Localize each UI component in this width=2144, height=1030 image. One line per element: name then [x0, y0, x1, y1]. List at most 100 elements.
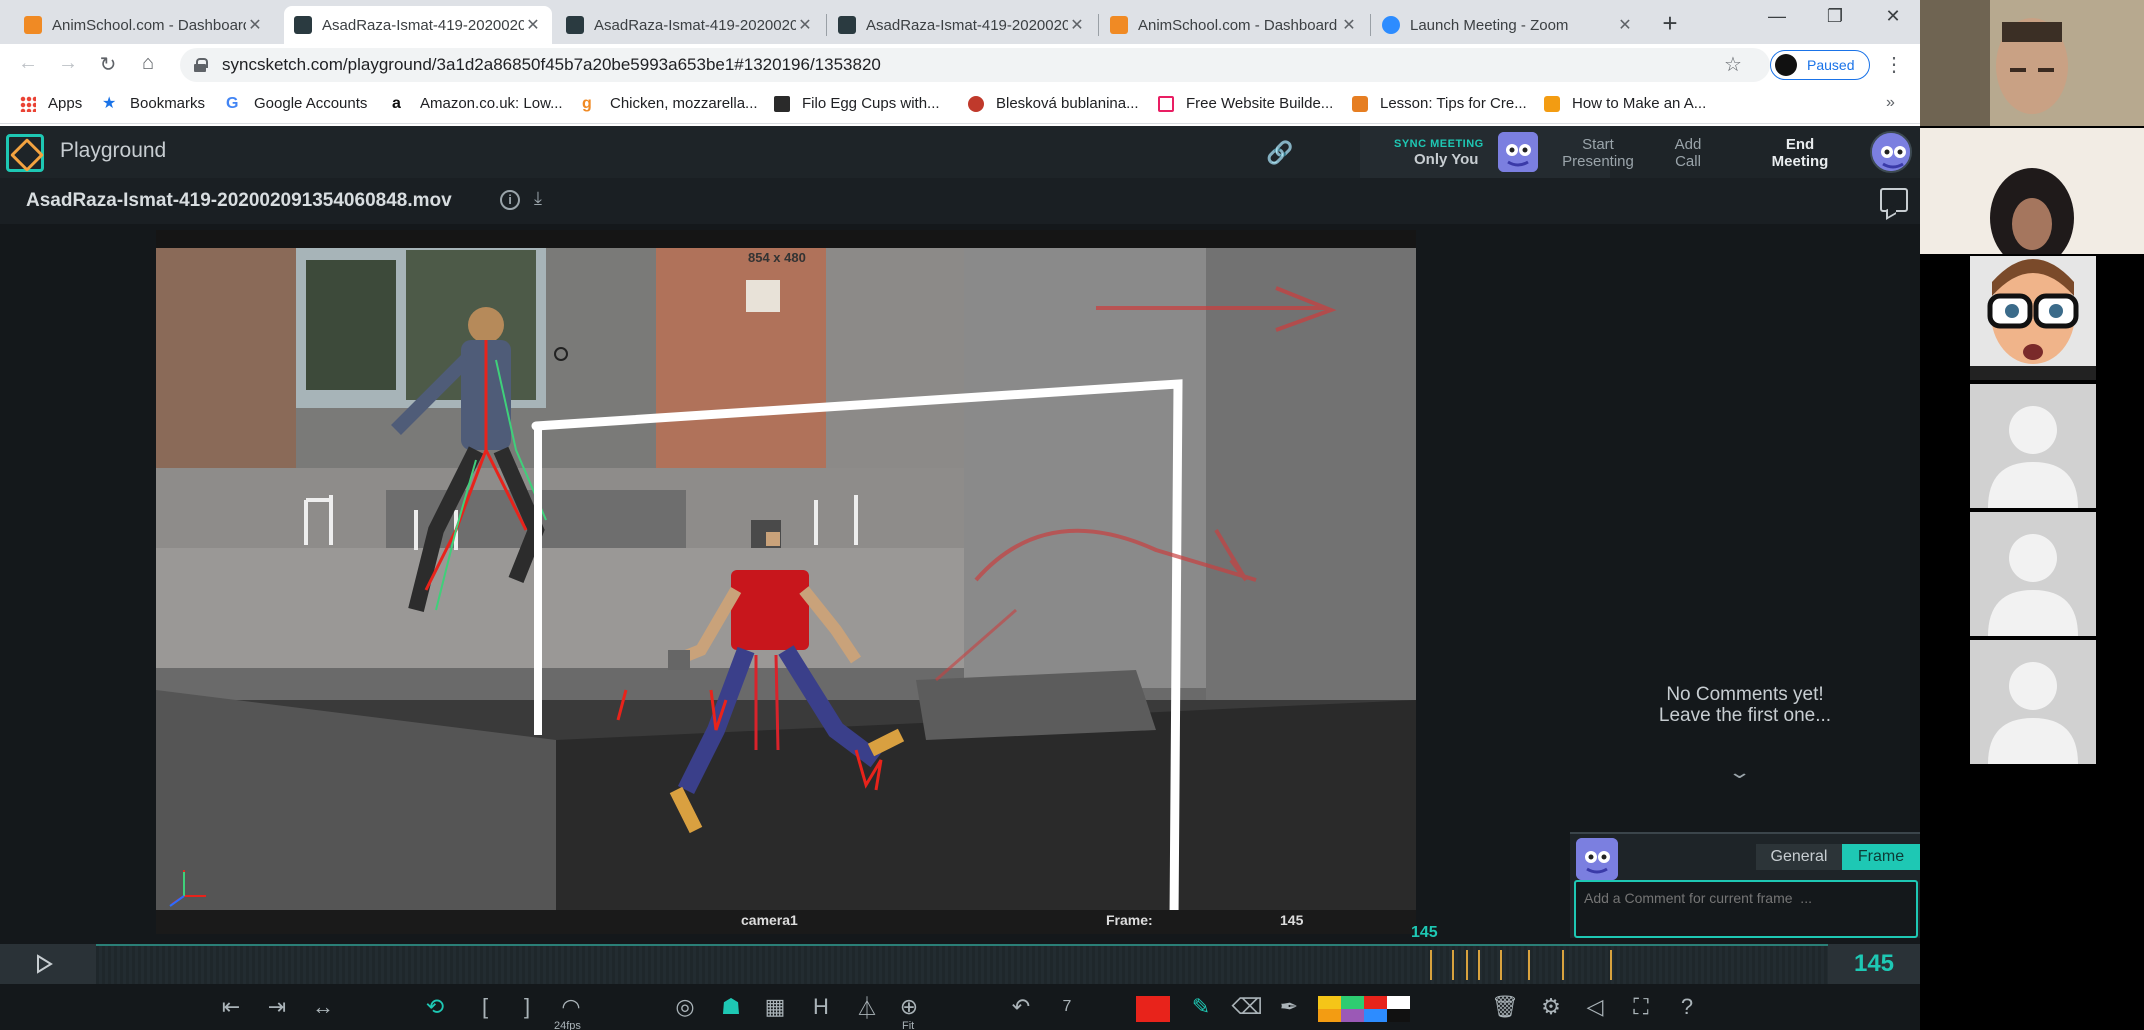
active-color-swatch[interactable]	[1136, 996, 1170, 1022]
tab-frame[interactable]: Frame	[1842, 844, 1920, 870]
tab-animschool-2[interactable]: AnimSchool.com - Dashboard ✕	[1100, 6, 1368, 44]
home-icon[interactable]: ⌂	[134, 52, 162, 75]
go-to-end-icon[interactable]: ⇥	[262, 992, 292, 1022]
volume-icon[interactable]: ◁	[1580, 992, 1610, 1022]
bookmark-lesson[interactable]: Lesson: Tips for Cre...	[1352, 95, 1527, 112]
close-tab-icon[interactable]: ✕	[246, 15, 264, 35]
go-to-start-icon[interactable]: ⇤	[216, 992, 246, 1022]
annotation-marker[interactable]	[1500, 950, 1502, 980]
syncsketch-logo-icon[interactable]	[6, 134, 44, 172]
undo-icon[interactable]: ↶	[1006, 992, 1036, 1022]
settings-gear-icon[interactable]: ⚙	[1536, 992, 1566, 1022]
file-name: AsadRaza-Ismat-419-202002091354060848.mo…	[26, 190, 452, 211]
participant-placeholder-6[interactable]	[1970, 640, 2096, 764]
bookmark-filo[interactable]: Filo Egg Cups with...	[774, 95, 940, 112]
annotation-marker[interactable]	[1478, 950, 1480, 980]
fullscreen-icon[interactable]: ⛶	[1626, 992, 1656, 1022]
chevron-down-icon[interactable]: ⌄	[1727, 762, 1751, 783]
participant-placeholder-5[interactable]	[1970, 512, 2096, 636]
color-palette[interactable]	[1318, 996, 1410, 1022]
brush-size-value[interactable]: 7	[1052, 992, 1082, 1022]
comment-input[interactable]	[1574, 880, 1918, 938]
tab-syncsketch-2[interactable]: AsadRaza-Ismat-419-20200209 ✕	[556, 6, 824, 44]
annotation-marker[interactable]	[1610, 950, 1612, 980]
zoom-fit-icon[interactable]: ⊕	[894, 992, 924, 1022]
bookmark-bublanina[interactable]: Blesková bublanina...	[968, 95, 1139, 112]
tab-syncsketch-active[interactable]: AsadRaza-Ismat-419-20200209 ✕	[284, 6, 552, 44]
pen-icon[interactable]: ✎	[1186, 992, 1216, 1022]
bookmark-amazon[interactable]: a Amazon.co.uk: Low...	[392, 95, 563, 112]
annotation-marker[interactable]	[1562, 950, 1564, 980]
tab-zoom[interactable]: Launch Meeting - Zoom ✕	[1372, 6, 1644, 44]
annotation-marker[interactable]	[1528, 950, 1530, 980]
comments-toggle-icon[interactable]	[1880, 188, 1908, 212]
bookmark-star-icon[interactable]: ☆	[1724, 52, 1742, 77]
video-frame-image	[156, 230, 1416, 934]
ghost-icon[interactable]: ☗	[716, 992, 746, 1022]
eyedropper-icon[interactable]: ✒	[1274, 992, 1304, 1022]
mirror-icon[interactable]: ⏃	[852, 992, 882, 1022]
annotation-marker[interactable]	[1430, 950, 1432, 980]
annotation-marker[interactable]	[1466, 950, 1468, 980]
bookmark-google-accounts[interactable]: G Google Accounts	[226, 95, 367, 112]
star-icon: ★	[102, 94, 117, 112]
bookmark-website-builder[interactable]: Free Website Builde...	[1158, 95, 1333, 112]
trash-icon[interactable]: 🗑	[1490, 992, 1520, 1022]
video-frame[interactable]: 854 x 480 camera1 Frame: 145	[156, 230, 1416, 934]
add-call-button[interactable]: Add Call	[1660, 136, 1716, 170]
tab-separator	[826, 14, 827, 36]
play-button[interactable]	[0, 944, 96, 984]
timeline-track[interactable]	[96, 944, 1828, 984]
close-tab-icon[interactable]: ✕	[1616, 15, 1634, 35]
bookmark-chicken[interactable]: g Chicken, mozzarella...	[582, 95, 758, 112]
forward-arrow-icon[interactable]: →	[54, 52, 82, 75]
tab-general[interactable]: General	[1756, 844, 1842, 870]
reload-icon[interactable]: ↻	[94, 52, 122, 77]
grid-icon[interactable]: ▦	[760, 992, 790, 1022]
amazon-icon: a	[392, 94, 401, 112]
download-icon[interactable]: ⤓	[534, 188, 542, 209]
kebab-menu-icon[interactable]: ⋮	[1884, 52, 1904, 77]
tab-animschool-1[interactable]: AnimSchool.com - Dashboard ✕	[14, 6, 274, 44]
participant-image	[1920, 0, 2144, 126]
participant-avatar-3[interactable]	[1970, 256, 2096, 380]
back-arrow-icon[interactable]: ←	[14, 52, 42, 75]
bookmark-how-to[interactable]: How to Make an A...	[1544, 95, 1706, 112]
participant-placeholder-4[interactable]	[1970, 384, 2096, 508]
hide-annotations-icon[interactable]: ◎	[670, 992, 700, 1022]
playback-speed-icon[interactable]: ◠	[556, 992, 586, 1022]
profile-avatar	[1775, 54, 1797, 76]
more-bookmarks-icon[interactable]: »	[1886, 94, 1895, 112]
in-point-icon[interactable]: [	[470, 992, 500, 1022]
bookmark-apps[interactable]: Apps	[20, 95, 82, 112]
maximize-icon[interactable]: ❐	[1820, 6, 1850, 27]
loop-icon[interactable]: ⟲	[420, 992, 450, 1022]
close-tab-icon[interactable]: ✕	[796, 15, 814, 35]
profile-sync-button[interactable]: Paused	[1770, 50, 1870, 80]
set-range-icon[interactable]: ↔	[308, 992, 338, 1022]
info-icon[interactable]: i	[500, 190, 520, 210]
close-tab-icon[interactable]: ✕	[524, 15, 542, 35]
link-icon[interactable]: 🔗	[1266, 140, 1293, 166]
participant-video-2[interactable]	[1920, 128, 2144, 254]
tab-syncsketch-3[interactable]: AsadRaza-Ismat-419-20200209 ✕	[828, 6, 1096, 44]
sync-meeting-label: SYNC MEETING	[1394, 138, 1484, 150]
bookmark-folder[interactable]: ★ Bookmarks	[102, 95, 205, 112]
close-tab-icon[interactable]: ✕	[1340, 15, 1358, 35]
participant-video-1[interactable]	[1920, 0, 2144, 126]
tab-separator	[1370, 14, 1371, 36]
close-window-icon[interactable]: ✕	[1878, 6, 1908, 27]
timeline: 145 145	[0, 924, 1920, 984]
out-point-icon[interactable]: ]	[512, 992, 542, 1022]
start-presenting-button[interactable]: Start Presenting	[1560, 136, 1636, 170]
help-icon[interactable]: ?	[1672, 992, 1702, 1022]
eraser-icon[interactable]: ⌫	[1231, 992, 1262, 1022]
horizon-icon[interactable]: H	[806, 992, 836, 1022]
user-avatar[interactable]	[1870, 131, 1912, 173]
new-tab-icon[interactable]: +	[1656, 8, 1684, 39]
address-bar[interactable]: syncsketch.com/playground/3a1d2a86850f45…	[180, 48, 1770, 82]
annotation-marker[interactable]	[1452, 950, 1454, 980]
end-meeting-button[interactable]: End Meeting	[1762, 136, 1838, 170]
close-tab-icon[interactable]: ✕	[1068, 15, 1086, 35]
minimize-icon[interactable]: —	[1762, 6, 1792, 27]
